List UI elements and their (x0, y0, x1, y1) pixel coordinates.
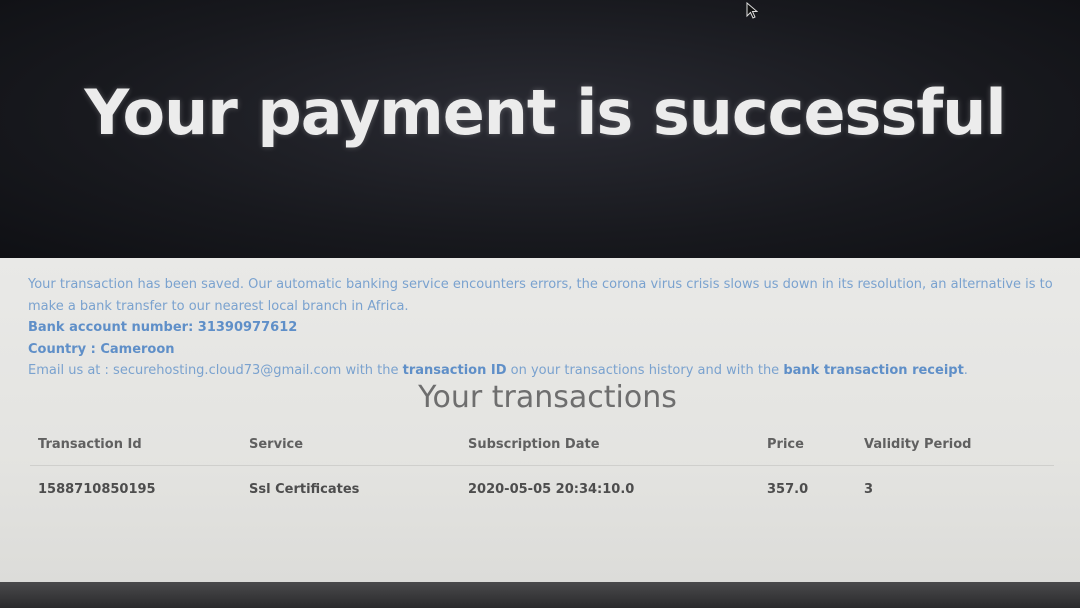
table-row: 1588710850195 Ssl Certificates 2020-05-0… (30, 466, 1054, 513)
table-header-row: Transaction Id Service Subscription Date… (30, 423, 1054, 466)
country-label: Country : Cameroon (28, 341, 175, 357)
content-panel: Your transaction has been saved. Our aut… (0, 258, 1080, 582)
page-title: Your payment is successful (84, 76, 1006, 149)
contact-middle-text: on your transactions history and with th… (506, 363, 784, 378)
cell-price: 357.0 (767, 481, 809, 497)
contact-suffix-text: . (963, 363, 968, 378)
transactions-table: Transaction Id Service Subscription Date… (30, 423, 1054, 512)
cell-validity-period: 3 (864, 481, 874, 497)
mouse-pointer-icon (746, 2, 758, 19)
cell-subscription-date: 2020-05-05 20:34:10.0 (468, 481, 635, 497)
transactions-heading: Your transactions (418, 380, 677, 415)
success-banner: Your payment is successful (0, 0, 1080, 258)
payment-notice: Your transaction has been saved. Our aut… (28, 274, 1068, 382)
contact-instructions: Email us at : securehosting.cloud73@gmai… (28, 360, 1068, 382)
column-header-service: Service (241, 423, 460, 466)
column-header-price: Price (759, 423, 856, 466)
cell-service: Ssl Certificates (249, 481, 360, 497)
bank-account-number: Bank account number: 31390977612 (28, 320, 298, 335)
bank-receipt-emphasis: bank transaction receipt (783, 363, 964, 378)
screen-bezel (0, 582, 1080, 608)
cell-transaction-id: 1588710850195 (38, 481, 156, 497)
notice-message: Your transaction has been saved. Our aut… (28, 277, 1053, 314)
transaction-id-emphasis: transaction ID (402, 363, 507, 378)
contact-email-text: Email us at : securehosting.cloud73@gmai… (28, 363, 403, 378)
column-header-transaction-id: Transaction Id (30, 423, 241, 466)
column-header-validity-period: Validity Period (856, 423, 1054, 466)
column-header-subscription-date: Subscription Date (460, 423, 759, 466)
